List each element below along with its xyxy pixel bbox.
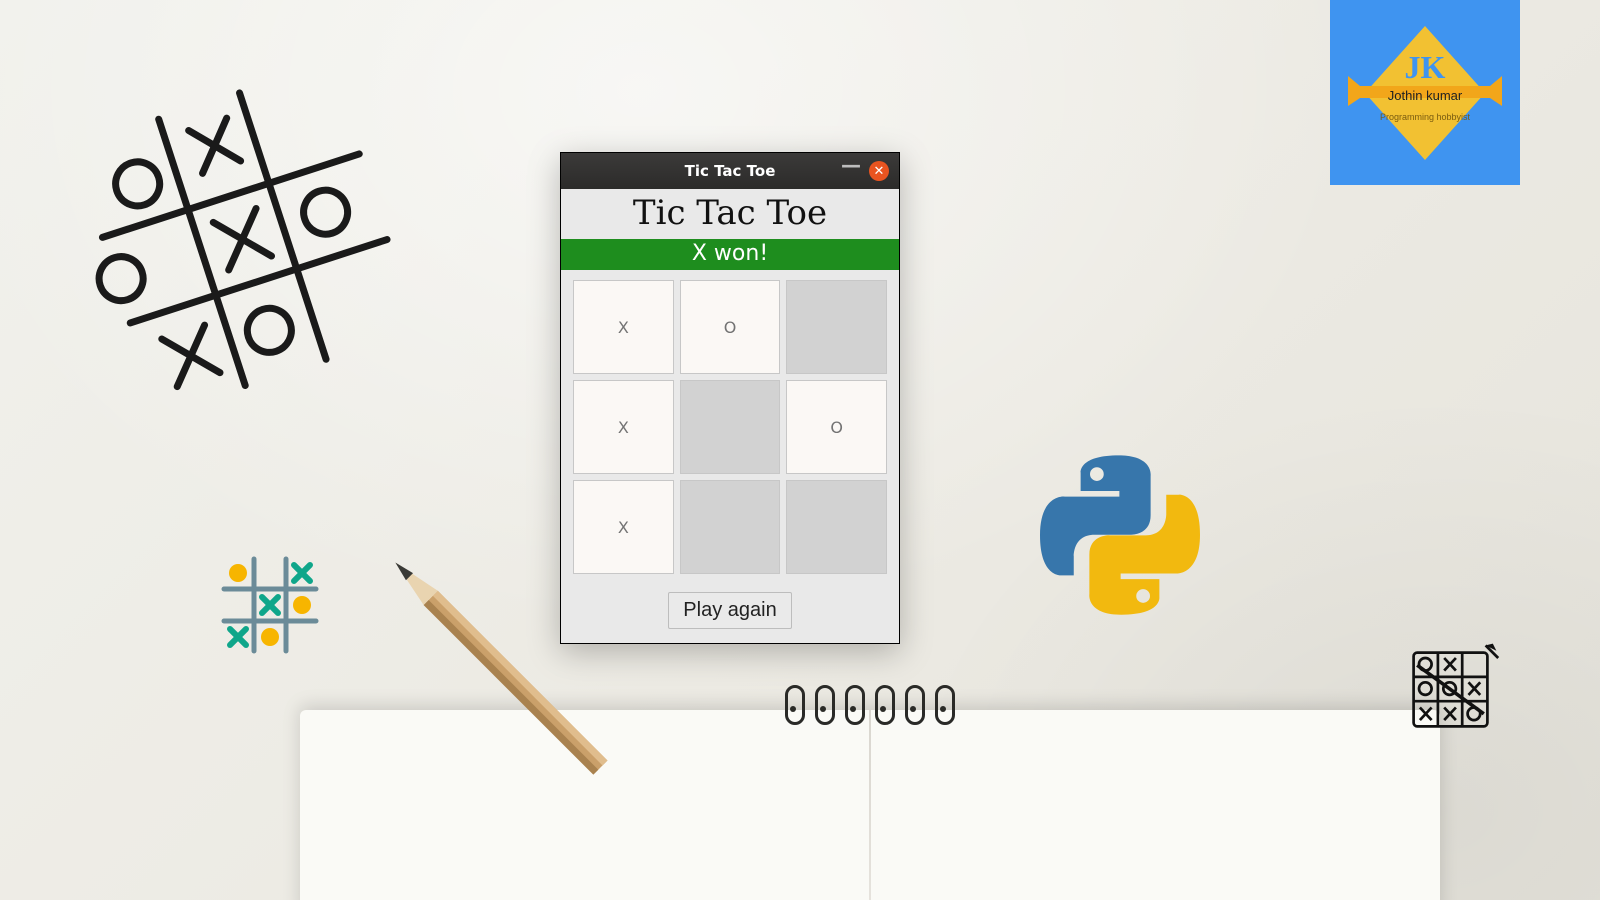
play-again-button[interactable]: Play again [668, 592, 791, 629]
badge-name: Jothin kumar [1388, 88, 1463, 103]
game-window: Tic Tac Toe — ✕ Tic Tac Toe X won! XOXOX… [560, 152, 900, 644]
notebook [300, 690, 1440, 900]
close-icon[interactable]: ✕ [869, 161, 889, 181]
hand-drawn-ttt-sketch [80, 80, 400, 400]
mini-ttt-icon [220, 555, 320, 655]
ttt-line-icon [1410, 640, 1500, 730]
board-cell-1[interactable]: O [680, 280, 781, 374]
board-cell-2[interactable] [786, 280, 887, 374]
board-cell-6[interactable]: X [573, 480, 674, 574]
board-cell-3[interactable]: X [573, 380, 674, 474]
python-logo-icon [1040, 455, 1200, 615]
author-badge: JK Jothin kumar Programming hobbyist [1330, 0, 1520, 185]
badge-tagline: Programming hobbyist [1380, 112, 1471, 122]
game-heading: Tic Tac Toe [561, 189, 899, 239]
minimize-icon[interactable]: — [841, 165, 855, 167]
board-cell-4[interactable] [680, 380, 781, 474]
board-cell-8[interactable] [786, 480, 887, 574]
game-board: XOXOX [561, 270, 899, 582]
window-title: Tic Tac Toe [685, 162, 776, 180]
board-cell-0[interactable]: X [573, 280, 674, 374]
board-cell-7[interactable] [680, 480, 781, 574]
badge-initials: JK [1405, 49, 1446, 85]
window-titlebar[interactable]: Tic Tac Toe — ✕ [561, 153, 899, 189]
status-banner: X won! [561, 239, 899, 270]
board-cell-5[interactable]: O [786, 380, 887, 474]
